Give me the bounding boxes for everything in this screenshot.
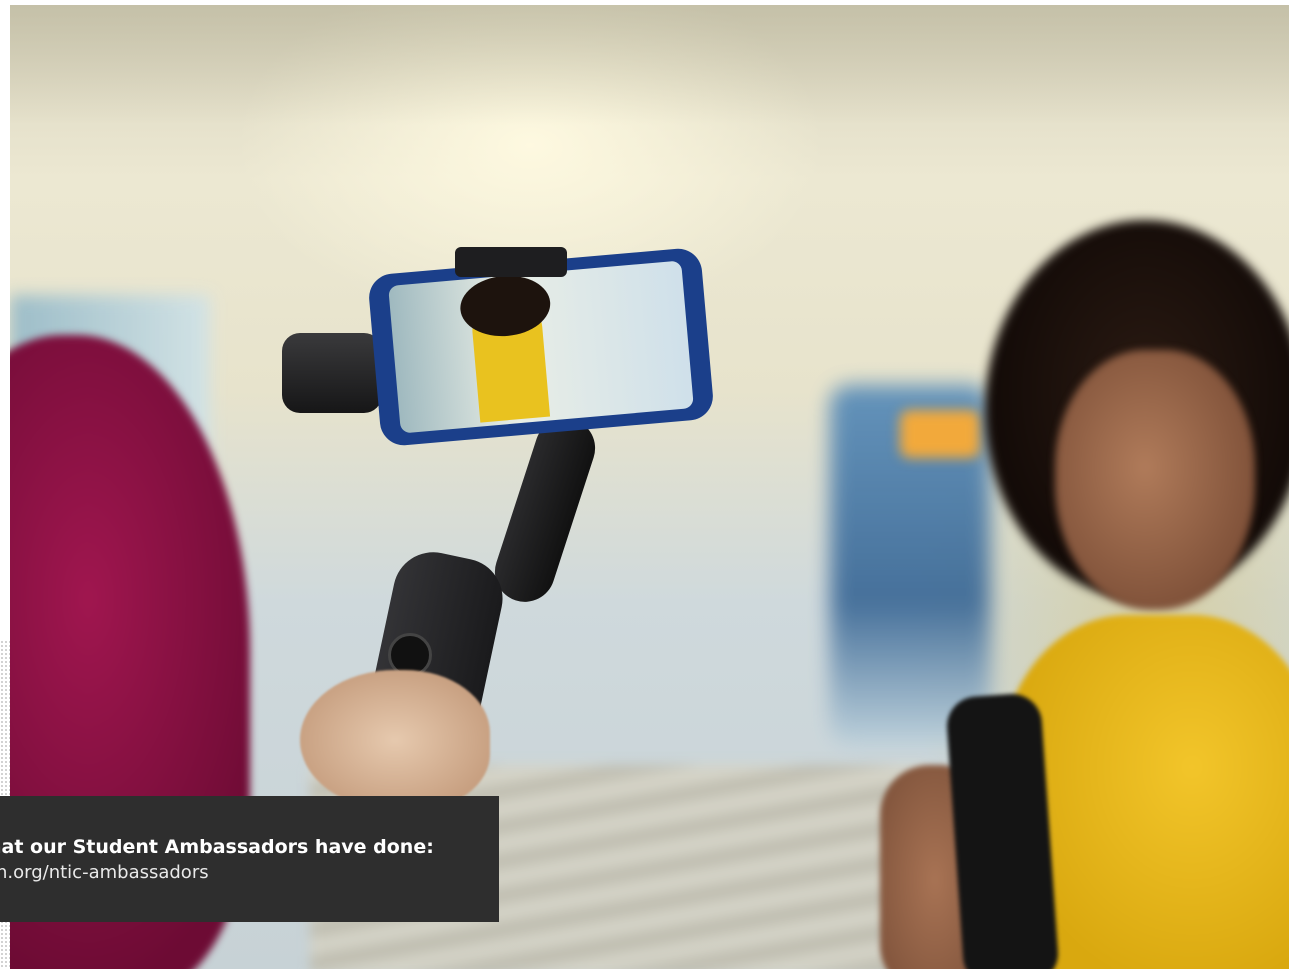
gimbal-motor: [282, 333, 382, 413]
caption-text: hat our Student Ambassadors have done: n…: [0, 834, 434, 886]
gimbal-arm: [487, 410, 603, 610]
caption-overlay: hat our Student Ambassadors have done: n…: [0, 796, 499, 922]
caption-title: hat our Student Ambassadors have done:: [0, 836, 434, 858]
phone-screen: [388, 260, 694, 434]
presenter-face: [1055, 350, 1255, 610]
station-ceiling: [10, 5, 1289, 125]
phone-clamp: [455, 247, 567, 277]
holding-hand: [300, 670, 490, 810]
caption-link[interactable]: n.org/ntic-ambassadors: [0, 860, 434, 886]
backpack-strap: [945, 692, 1060, 969]
train-headlight: [900, 410, 980, 458]
